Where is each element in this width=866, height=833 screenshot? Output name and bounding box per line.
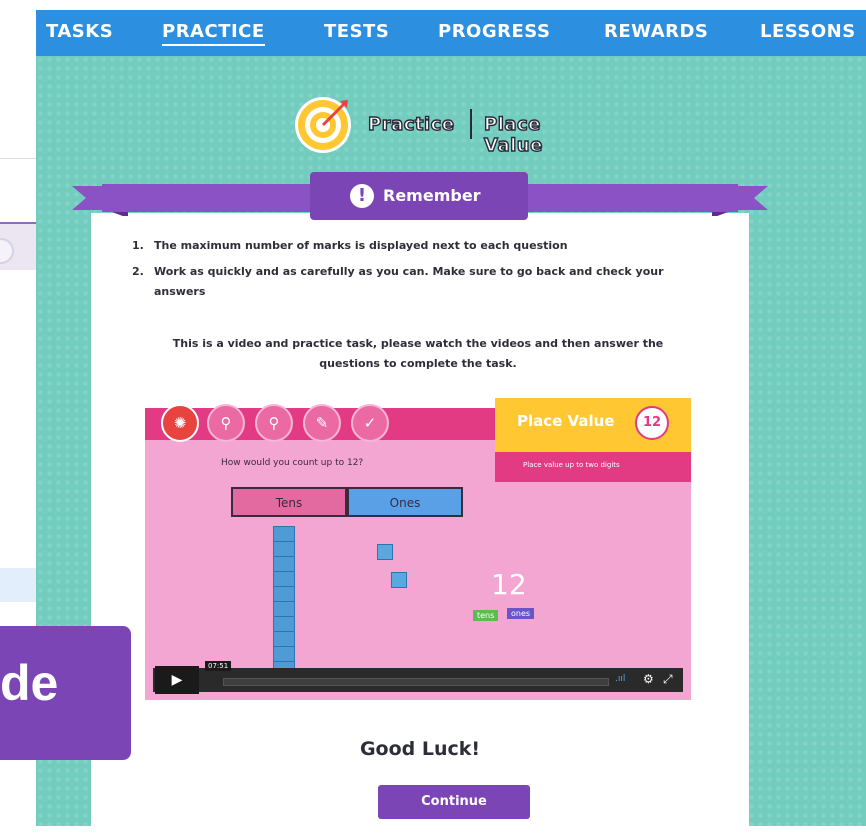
ones-tag: ones — [507, 608, 535, 619]
nav-progress[interactable]: PROGRESS — [438, 21, 550, 42]
video-subtitle: Place value up to two digits — [523, 461, 620, 469]
nav-practice[interactable]: PRACTICE — [162, 21, 265, 46]
rules-list: 1. The maximum number of marks is display… — [132, 236, 692, 308]
magnifier-icon[interactable]: ⚲ — [255, 404, 293, 442]
top-nav: TASKS PRACTICE TESTS PROGRESS REWARDS LE… — [36, 10, 866, 56]
nav-tasks[interactable]: TASKS — [46, 21, 113, 42]
gear-icon[interactable]: ⚙ — [643, 672, 654, 686]
ones-cube — [377, 544, 393, 560]
ones-cube — [391, 572, 407, 588]
volume-icon[interactable]: .ııl — [615, 674, 625, 684]
lightbulb-outline-icon[interactable]: ⚲ — [207, 404, 245, 442]
rule-number: 2. — [132, 265, 144, 278]
exclamation-icon: ! — [350, 184, 374, 208]
ones-column-label: Ones — [347, 487, 463, 517]
total-number: 12 — [491, 568, 527, 601]
tens-tag: tens — [473, 610, 499, 621]
remember-title: Remember — [383, 186, 481, 205]
tens-rod — [273, 526, 295, 688]
heading-separator — [470, 109, 472, 139]
continue-button[interactable]: Continue — [378, 785, 530, 819]
video-player[interactable]: ✺ ⚲ ⚲ ✎ ✓ Place Value 12 Place value up … — [145, 398, 691, 700]
target-icon — [295, 97, 351, 153]
video-title: Place Value — [517, 412, 615, 430]
rule-text: Work as quickly and as carefully as you … — [154, 265, 664, 298]
toolbar-accent — [0, 222, 36, 224]
rule-text: The maximum number of marks is displayed… — [154, 239, 568, 252]
nav-tests[interactable]: TESTS — [324, 21, 389, 42]
good-luck-text: Good Luck! — [359, 738, 481, 760]
video-time: 07:51 — [205, 661, 232, 671]
fullscreen-icon[interactable]: ⤢ — [663, 672, 673, 687]
pencil-icon[interactable]: ✎ — [303, 404, 341, 442]
divider — [0, 158, 36, 159]
heading-topic: Place Value — [483, 113, 543, 156]
play-icon[interactable]: ▶ — [155, 666, 199, 694]
rule-item: 2. Work as quickly and as carefully as yo… — [132, 262, 692, 302]
video-progress-bar[interactable] — [223, 678, 609, 686]
tens-column-label: Tens — [231, 487, 347, 517]
nav-lessons[interactable]: LESSONS — [760, 21, 856, 42]
heading-practice: Practice — [367, 113, 455, 135]
rule-item: 1. The maximum number of marks is display… — [132, 236, 692, 256]
overlay-text: de — [0, 655, 59, 711]
video-badge: 12 — [635, 406, 669, 440]
rule-number: 1. — [132, 239, 144, 252]
video-question: How would you count up to 12? — [221, 458, 364, 468]
nav-rewards[interactable]: REWARDS — [604, 21, 708, 42]
background-highlight — [0, 568, 36, 602]
check-icon[interactable]: ✓ — [351, 404, 389, 442]
task-note: This is a video and practice task, pleas… — [172, 337, 664, 370]
lightbulb-icon[interactable]: ✺ — [161, 404, 199, 442]
